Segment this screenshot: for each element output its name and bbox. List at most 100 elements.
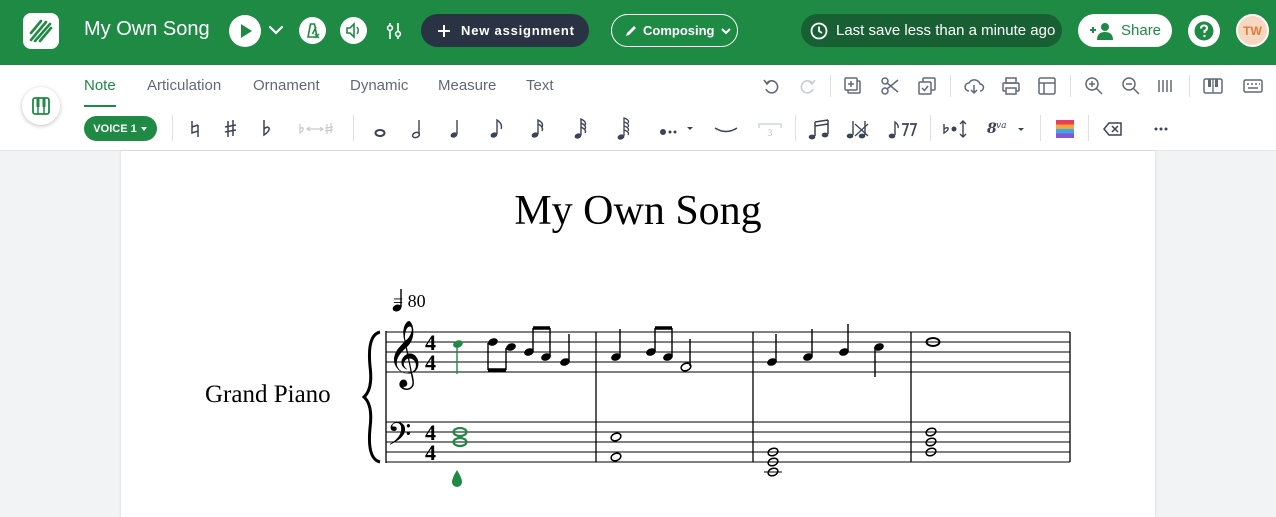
tab-note[interactable]: Note — [84, 77, 116, 94]
time-signature: 44 44 — [425, 330, 436, 465]
voice-selector[interactable]: VOICE 1 — [84, 116, 157, 141]
measure-1-treble — [453, 326, 570, 374]
toolbar-divider — [1040, 115, 1041, 141]
new-assignment-label: New assignment — [461, 23, 575, 38]
active-tab-indicator — [84, 105, 116, 107]
piano-keyboard-button[interactable] — [22, 87, 60, 125]
delete-icon[interactable] — [1100, 116, 1126, 142]
metronome-off-icon — [307, 23, 320, 39]
whole-note-icon[interactable] — [367, 116, 393, 142]
toolbar-divider — [830, 75, 831, 97]
toolbar-divider — [172, 115, 173, 141]
metronome-button[interactable] — [299, 17, 326, 44]
toolbar-divider — [1088, 115, 1089, 141]
plus-icon — [438, 24, 450, 37]
caret-down-icon — [140, 126, 147, 131]
redo-icon[interactable] — [796, 75, 818, 97]
play-icon — [241, 24, 252, 38]
user-avatar[interactable]: TW — [1236, 14, 1269, 47]
measure-view-icon[interactable] — [1155, 75, 1177, 97]
add-person-icon — [1090, 22, 1113, 40]
svg-text:3: 3 — [767, 129, 773, 139]
beam-icon[interactable] — [805, 116, 835, 142]
pencil-icon — [626, 25, 636, 36]
tempo-marking[interactable]: = 80 — [393, 291, 426, 312]
treble-clef-icon: 𝄞 — [387, 319, 421, 390]
flat-icon[interactable] — [254, 116, 280, 142]
share-label: Share — [1121, 22, 1162, 39]
thirty-second-note-icon[interactable] — [567, 116, 593, 142]
bass-staff — [386, 421, 1070, 463]
score-page: My Own Song 𝄞 𝄢 4 4 4 4 = 80 Grand Piano — [121, 151, 1155, 517]
song-title[interactable]: My Own Song — [84, 18, 210, 41]
zoom-out-icon[interactable] — [1120, 75, 1142, 97]
quarter-note-icon[interactable] — [443, 116, 469, 142]
svg-text:4: 4 — [425, 440, 436, 465]
save-status: Last save less than a minute ago — [801, 14, 1062, 47]
more-options-icon[interactable] — [1148, 116, 1174, 142]
tie-icon[interactable] — [712, 116, 740, 142]
svg-text:va: va — [996, 121, 1006, 131]
instrument-name[interactable]: Grand Piano — [205, 381, 331, 409]
tab-articulation[interactable]: Articulation — [147, 77, 221, 94]
unbeam-icon[interactable] — [843, 116, 871, 142]
rest-icon[interactable] — [885, 116, 921, 142]
dotted-note-icon[interactable] — [654, 116, 696, 142]
keyboard-shortcuts-icon[interactable] — [1242, 75, 1264, 97]
layout-icon[interactable] — [1036, 75, 1058, 97]
note-cursor-marker[interactable] — [452, 470, 462, 487]
measure-2-treble — [611, 326, 692, 372]
toolbar-divider — [353, 115, 354, 141]
instrument-icon[interactable] — [1202, 75, 1224, 97]
svg-text:4: 4 — [425, 350, 436, 375]
undo-icon[interactable] — [761, 75, 783, 97]
color-palette-icon[interactable] — [1052, 116, 1078, 142]
new-assignment-button[interactable]: New assignment — [421, 14, 589, 47]
enharmonic-icon[interactable] — [294, 116, 338, 142]
mode-label: Composing — [643, 23, 715, 38]
clock-icon — [810, 22, 828, 39]
tab-text[interactable]: Text — [526, 77, 554, 94]
question-mark-icon — [1194, 21, 1214, 41]
top-bar: My Own Song New assignment Composing Las… — [0, 0, 1276, 65]
volume-button[interactable] — [340, 17, 367, 44]
natural-icon[interactable] — [182, 116, 208, 142]
mode-dropdown[interactable]: Composing — [611, 14, 738, 47]
half-note-icon[interactable] — [405, 116, 431, 142]
share-button[interactable]: Share — [1078, 14, 1172, 47]
chevron-down-icon — [720, 27, 731, 34]
scissors-icon[interactable] — [879, 75, 901, 97]
brace — [361, 330, 381, 464]
tuplet-icon[interactable]: 3 — [755, 116, 785, 142]
sharp-icon[interactable] — [218, 116, 244, 142]
toolbar-divider — [1070, 75, 1071, 97]
mixer-icon[interactable] — [382, 19, 406, 43]
add-measure-icon[interactable] — [842, 75, 864, 97]
app-logo-icon[interactable] — [23, 13, 59, 49]
sixteenth-note-icon[interactable] — [524, 116, 550, 142]
speaker-icon — [346, 22, 359, 39]
octave-icon[interactable]: 8 va — [985, 116, 1029, 142]
cloud-download-icon[interactable] — [963, 75, 985, 97]
help-button[interactable] — [1188, 15, 1220, 47]
play-button[interactable] — [229, 15, 261, 47]
print-icon[interactable] — [1000, 75, 1022, 97]
save-status-text: Last save less than a minute ago — [836, 22, 1056, 39]
voice-label: VOICE 1 — [93, 122, 137, 135]
sixty-fourth-note-icon[interactable] — [610, 116, 636, 142]
toolbar-divider — [1189, 75, 1190, 97]
tab-dynamic[interactable]: Dynamic — [350, 77, 408, 94]
grand-staff[interactable]: 𝄞 𝄢 44 44 — [121, 151, 1155, 517]
toolbar-divider — [950, 75, 951, 97]
bass-clef-icon: 𝄢 — [387, 416, 411, 460]
measure-1-bass — [452, 426, 468, 448]
zoom-in-icon[interactable] — [1083, 75, 1105, 97]
copy-icon[interactable] — [916, 75, 938, 97]
toolbar-divider — [930, 115, 931, 141]
tab-ornament[interactable]: Ornament — [253, 77, 320, 94]
eighth-note-icon[interactable] — [483, 116, 509, 142]
playback-options-chevron-icon[interactable] — [266, 20, 286, 40]
measure-2-bass — [610, 432, 622, 462]
tab-measure[interactable]: Measure — [438, 77, 496, 94]
transpose-icon[interactable] — [940, 116, 970, 142]
